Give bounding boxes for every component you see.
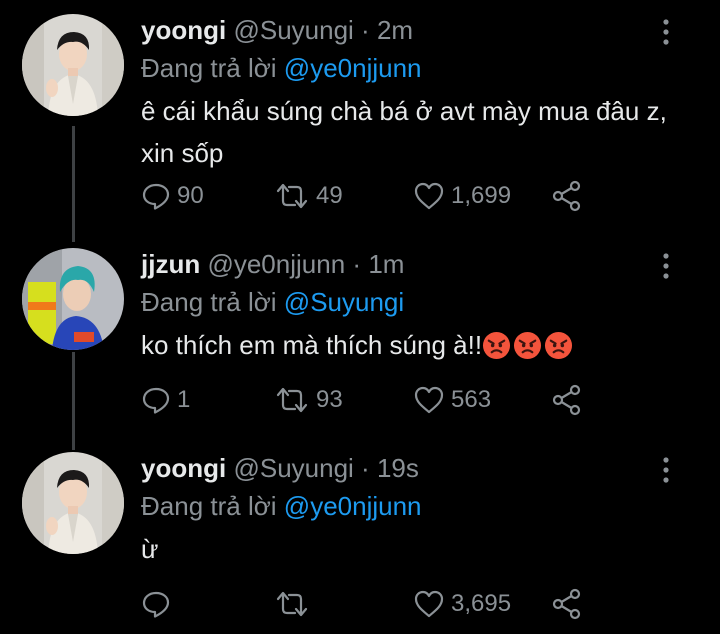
reply-button[interactable]: 90 bbox=[141, 179, 204, 213]
tweet-text: ê cái khẩu súng chà bá ở avt mày mua đâu… bbox=[141, 96, 667, 168]
avatar[interactable] bbox=[22, 452, 124, 554]
reply-prefix: Đang trả lời bbox=[141, 53, 277, 83]
tweet-text: ko thích em mà thích súng à!! bbox=[141, 330, 483, 360]
share-icon bbox=[552, 384, 581, 416]
angry-face-icon bbox=[514, 331, 542, 360]
reply-mention[interactable]: @Suyungi bbox=[284, 287, 404, 317]
reply-button[interactable]: 1 bbox=[141, 383, 190, 417]
retweet-count: 49 bbox=[316, 182, 343, 209]
like-count: 1,699 bbox=[451, 182, 512, 209]
separator: · bbox=[361, 453, 370, 483]
reply-context: Đang trả lời @ye0njjunn bbox=[141, 52, 422, 84]
timestamp[interactable]: 2m bbox=[377, 15, 413, 45]
share-icon bbox=[552, 180, 581, 212]
timestamp[interactable]: 1m bbox=[368, 249, 404, 279]
display-name[interactable]: yoongi bbox=[141, 453, 226, 483]
display-name[interactable]: yoongi bbox=[141, 15, 226, 45]
like-icon bbox=[414, 182, 444, 210]
like-count: 3,695 bbox=[451, 590, 512, 617]
action-bar: 90 49 1,699 bbox=[141, 179, 701, 213]
share-button[interactable] bbox=[551, 587, 583, 621]
like-icon bbox=[414, 590, 444, 618]
reply-count: 90 bbox=[177, 182, 204, 209]
retweet-count: 93 bbox=[316, 386, 343, 413]
action-bar: 3,695 bbox=[141, 587, 701, 621]
tweet[interactable]: yoongi @Suyungi · 19s Đang trả lời @ye0n… bbox=[0, 452, 720, 632]
like-button[interactable]: 563 bbox=[413, 383, 491, 417]
tweet-text-container: ko thích em mà thích súng à!! bbox=[141, 324, 701, 366]
reply-context: Đang trả lời @ye0njjunn bbox=[141, 490, 422, 522]
retweet-icon bbox=[276, 387, 308, 413]
reply-button[interactable] bbox=[141, 587, 177, 621]
reply-icon bbox=[142, 591, 170, 618]
reply-prefix: Đang trả lời bbox=[141, 287, 277, 317]
more-icon[interactable] bbox=[658, 456, 674, 484]
retweet-icon bbox=[276, 183, 308, 209]
angry-face-icon bbox=[483, 331, 511, 360]
more-icon[interactable] bbox=[658, 18, 674, 46]
separator: · bbox=[361, 15, 370, 45]
more-icon[interactable] bbox=[658, 252, 674, 280]
reply-count: 1 bbox=[177, 386, 191, 413]
display-name[interactable]: jjzun bbox=[141, 249, 200, 279]
reply-mention[interactable]: @ye0njjunn bbox=[284, 491, 422, 521]
tweet-header: jjzun @ye0njjunn · 1m bbox=[141, 248, 404, 280]
retweet-button[interactable]: 93 bbox=[274, 383, 343, 417]
tweet[interactable]: yoongi @Suyungi · 2m Đang trả lời @ye0nj… bbox=[0, 14, 720, 224]
avatar[interactable] bbox=[22, 14, 124, 116]
reply-icon bbox=[142, 183, 170, 210]
reply-mention[interactable]: @ye0njjunn bbox=[284, 53, 422, 83]
like-icon bbox=[414, 386, 444, 414]
user-handle[interactable]: @Suyungi bbox=[233, 15, 353, 45]
avatar[interactable] bbox=[22, 248, 124, 350]
user-handle[interactable]: @Suyungi bbox=[233, 453, 353, 483]
retweet-icon bbox=[276, 591, 308, 617]
tweet-header: yoongi @Suyungi · 2m bbox=[141, 14, 413, 46]
tweet-text: ừ bbox=[141, 534, 159, 564]
like-count: 563 bbox=[451, 386, 492, 413]
retweet-button[interactable]: 49 bbox=[274, 179, 343, 213]
share-icon bbox=[552, 588, 581, 620]
separator: · bbox=[352, 249, 362, 279]
angry-face-icon bbox=[545, 331, 573, 360]
share-button[interactable] bbox=[551, 179, 583, 213]
user-handle[interactable]: @ye0njjunn bbox=[207, 249, 345, 279]
like-button[interactable]: 1,699 bbox=[413, 179, 511, 213]
timestamp[interactable]: 19s bbox=[377, 453, 419, 483]
reply-prefix: Đang trả lời bbox=[141, 491, 277, 521]
retweet-button[interactable] bbox=[274, 587, 316, 621]
reply-context: Đang trả lời @Suyungi bbox=[141, 286, 404, 318]
action-bar: 1 93 563 bbox=[141, 383, 701, 417]
share-button[interactable] bbox=[551, 383, 583, 417]
reply-icon bbox=[142, 387, 170, 414]
tweet[interactable]: jjzun @ye0njjunn · 1m Đang trả lời @Suyu… bbox=[0, 248, 720, 428]
like-button[interactable]: 3,695 bbox=[413, 587, 511, 621]
tweet-header: yoongi @Suyungi · 19s bbox=[141, 452, 419, 484]
